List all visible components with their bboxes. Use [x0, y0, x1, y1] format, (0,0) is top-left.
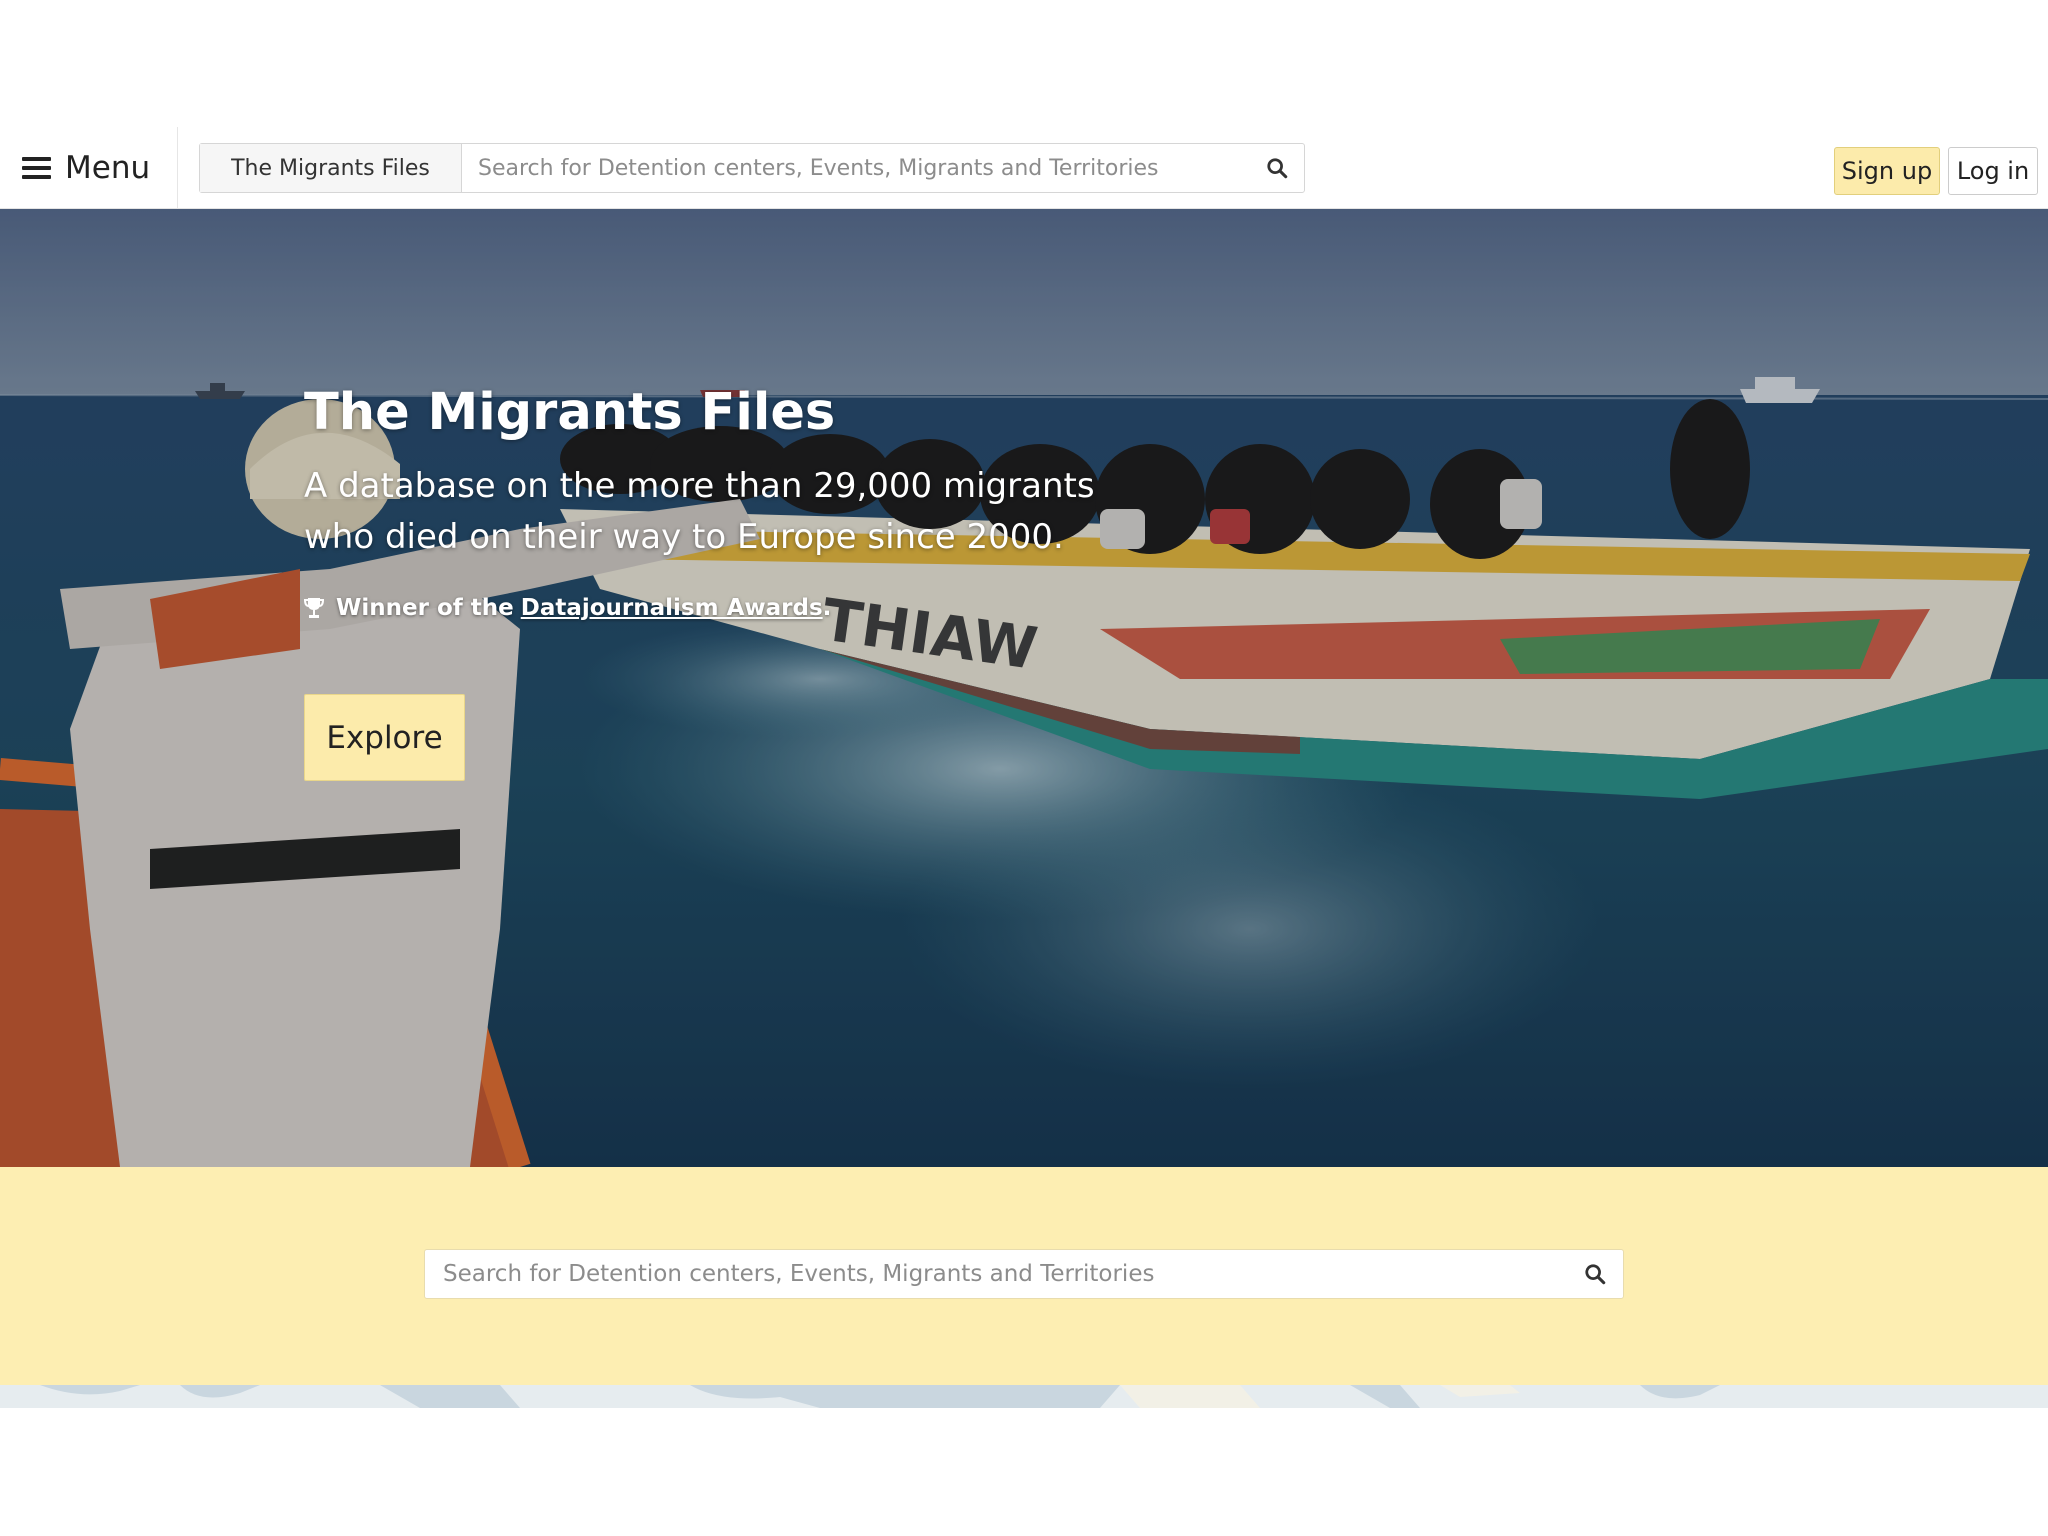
main-search-group — [424, 1249, 1624, 1299]
hamburger-icon — [22, 156, 51, 179]
hero-title: The Migrants Files — [304, 383, 836, 442]
search-icon — [1267, 158, 1288, 179]
main-search-input[interactable] — [425, 1260, 1567, 1288]
top-navbar: Menu The Migrants Files Sign up Log in — [0, 127, 2048, 209]
search-band — [0, 1167, 2048, 1385]
datajournalism-awards-link[interactable]: Datajournalism Awards — [521, 595, 823, 621]
map-preview[interactable] — [0, 1385, 2048, 1408]
award-prefix: Winner of the — [336, 595, 514, 621]
search-scope-badge[interactable]: The Migrants Files — [200, 144, 462, 192]
menu-label: Menu — [65, 149, 151, 186]
header-search-group: The Migrants Files — [199, 143, 1305, 193]
hero-overlay — [0, 209, 2048, 1167]
main-search-button[interactable] — [1567, 1250, 1623, 1298]
award-line: Winner of the Datajournalism Awards . — [304, 595, 831, 621]
login-button[interactable]: Log in — [1948, 147, 2038, 195]
search-icon — [1585, 1264, 1606, 1285]
header-search-button[interactable] — [1250, 144, 1304, 192]
explore-button[interactable]: Explore — [304, 694, 465, 781]
map-illustration — [0, 1385, 2048, 1408]
menu-button[interactable]: Menu — [0, 127, 178, 208]
hero-banner: THIAW The Migrants Files A database on t… — [0, 209, 2048, 1167]
hero-lead: A database on the more than 29,000 migra… — [304, 466, 1095, 557]
signup-button[interactable]: Sign up — [1834, 147, 1940, 195]
award-suffix: . — [822, 595, 832, 621]
trophy-icon — [304, 598, 324, 618]
header-search-input[interactable] — [462, 144, 1250, 192]
